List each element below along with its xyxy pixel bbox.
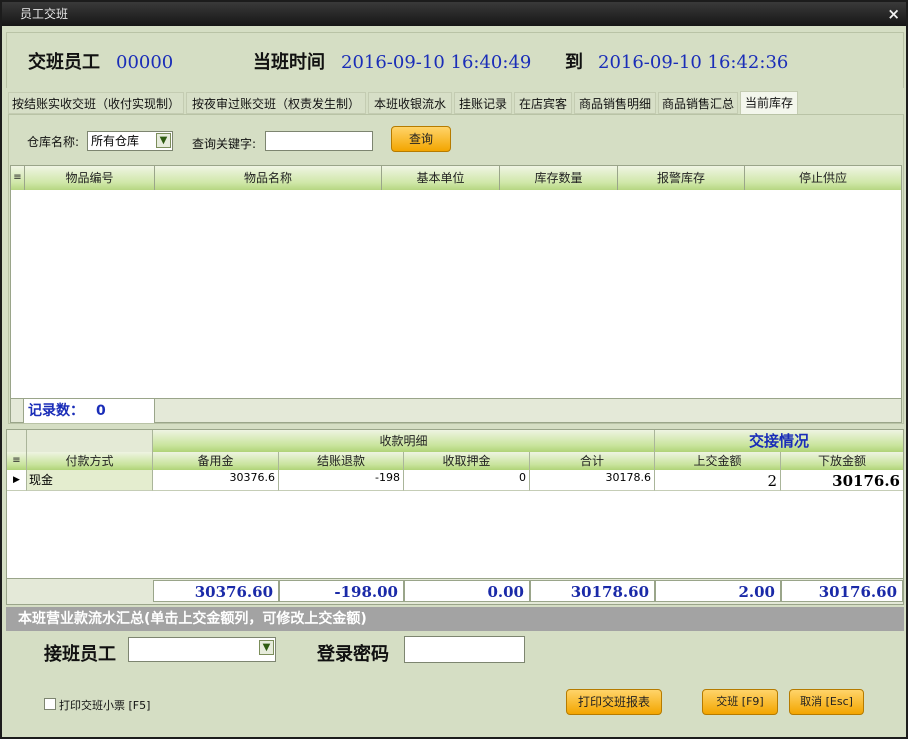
row-selector-icon: ≡ <box>7 452 27 470</box>
total-handed-in: 2.00 <box>655 580 781 602</box>
total-handed-down: 30176.60 <box>781 580 903 602</box>
record-count-value: 0 <box>96 403 106 419</box>
cancel-button[interactable]: 取消 [Esc] <box>789 689 864 715</box>
receiver-label: 接班员工 <box>44 644 116 665</box>
stock-grid: ≡ 物品编号 物品名称 基本单位 库存数量 报警库存 停止供应 记录数： 0 <box>10 165 902 423</box>
col-stock-qty[interactable]: 库存数量 <box>500 166 618 190</box>
refund-cell: -198 <box>279 470 404 491</box>
confirm-handover-button[interactable]: 交班 [F9] <box>702 689 778 715</box>
password-label: 登录密码 <box>317 644 389 665</box>
window-title: 员工交班 <box>20 7 69 21</box>
handed-in-cell[interactable]: 2 <box>655 470 781 491</box>
col-handed-in[interactable]: 上交金额 <box>655 452 781 470</box>
record-count-cell: 记录数： 0 <box>23 399 155 423</box>
handover-group-header: 交接情况 <box>655 430 903 452</box>
warehouse-select[interactable]: 所有仓库 ▼ <box>87 131 173 151</box>
keyword-input[interactable] <box>265 131 373 151</box>
current-row-arrow-icon: ▶ <box>7 470 27 491</box>
tab-current-stock[interactable]: 当前库存 <box>740 91 798 115</box>
col-stop-supply[interactable]: 停止供应 <box>745 166 901 190</box>
receiver-select[interactable]: ▼ <box>128 637 276 662</box>
shift-end-time: 2016-09-10 16:42:36 <box>598 52 789 73</box>
payment-grid: 收款明细 交接情况 ≡ 付款方式 备用金 结账退款 收取押金 合计 上交金额 下… <box>6 429 904 605</box>
print-report-button[interactable]: 打印交班报表 <box>566 689 662 715</box>
shift-employee-label: 交班员工 <box>28 52 100 73</box>
grid-corner <box>7 430 27 452</box>
tab-night-audit[interactable]: 按夜审过账交班（权责发生制） <box>186 92 366 114</box>
tab-checkout-cash[interactable]: 按结账实收交班（收付实现制） <box>8 92 184 114</box>
col-item-code[interactable]: 物品编号 <box>25 166 155 190</box>
col-checkout-refund[interactable]: 结账退款 <box>279 452 404 470</box>
chevron-down-icon[interactable]: ▼ <box>156 133 171 148</box>
title-bar: 员工交班 × <box>2 2 906 26</box>
close-icon[interactable]: × <box>887 2 900 26</box>
col-alert-stock[interactable]: 报警库存 <box>618 166 745 190</box>
password-input[interactable] <box>404 636 525 663</box>
deposit-cell: 0 <box>404 470 530 491</box>
payment-detail-group-header: 收款明细 <box>153 430 655 452</box>
handed-down-cell: 30176.6 <box>781 470 903 491</box>
stock-grid-footer: 记录数： 0 <box>11 398 901 423</box>
total-refund: -198.00 <box>279 580 404 602</box>
total-amount: 30178.60 <box>530 580 655 602</box>
tab-sales-summary[interactable]: 商品销售汇总 <box>658 92 738 114</box>
record-count-label: 记录数： <box>28 403 84 419</box>
tab-cashier-flow[interactable]: 本班收银流水 <box>368 92 452 114</box>
col-item-name[interactable]: 物品名称 <box>155 166 382 190</box>
warehouse-value: 所有仓库 <box>91 134 140 148</box>
reserve-fund-cell: 30376.6 <box>153 470 279 491</box>
tab-in-house-guests[interactable]: 在店宾客 <box>514 92 572 114</box>
total-reserve: 30376.60 <box>153 580 279 602</box>
shift-time-label: 当班时间 <box>253 52 325 73</box>
warehouse-label: 仓库名称: <box>27 135 80 149</box>
row-selector-icon: ≡ <box>11 166 25 190</box>
col-deposit[interactable]: 收取押金 <box>404 452 530 470</box>
shift-handover-window: 员工交班 × 交班员工 00000 当班时间 2016-09-10 16:40:… <box>0 0 908 739</box>
shift-start-time: 2016-09-10 16:40:49 <box>341 52 532 73</box>
shift-employee-id: 00000 <box>116 52 174 73</box>
total-cell: 30178.6 <box>530 470 655 491</box>
keyword-label: 查询关键字: <box>192 137 257 151</box>
total-deposit: 0.00 <box>404 580 530 602</box>
col-handed-down[interactable]: 下放金额 <box>781 452 903 470</box>
print-receipt-checkbox[interactable] <box>44 698 56 710</box>
payment-method-cell[interactable]: 现金 <box>27 470 153 491</box>
to-label: 到 <box>565 52 583 73</box>
current-stock-panel: 仓库名称: 所有仓库 ▼ 查询关键字: 查询 ≡ 物品编号 物品名称 基本单位 … <box>8 114 904 424</box>
tab-sales-detail[interactable]: 商品销售明细 <box>574 92 656 114</box>
col-reserve-fund[interactable]: 备用金 <box>153 452 279 470</box>
summary-caption-bar: 本班营业款流水汇总(单击上交金额列，可修改上交金额) <box>6 607 904 631</box>
col-base-unit[interactable]: 基本单位 <box>382 166 500 190</box>
col-total[interactable]: 合计 <box>530 452 655 470</box>
col-payment-method[interactable]: 付款方式 <box>27 452 153 470</box>
query-button[interactable]: 查询 <box>391 126 451 152</box>
tab-credit-records[interactable]: 挂账记录 <box>454 92 512 114</box>
print-receipt-label: 打印交班小票 [F5] <box>59 699 151 712</box>
chevron-down-icon[interactable]: ▼ <box>259 640 274 655</box>
grid-blank-header <box>27 430 153 452</box>
